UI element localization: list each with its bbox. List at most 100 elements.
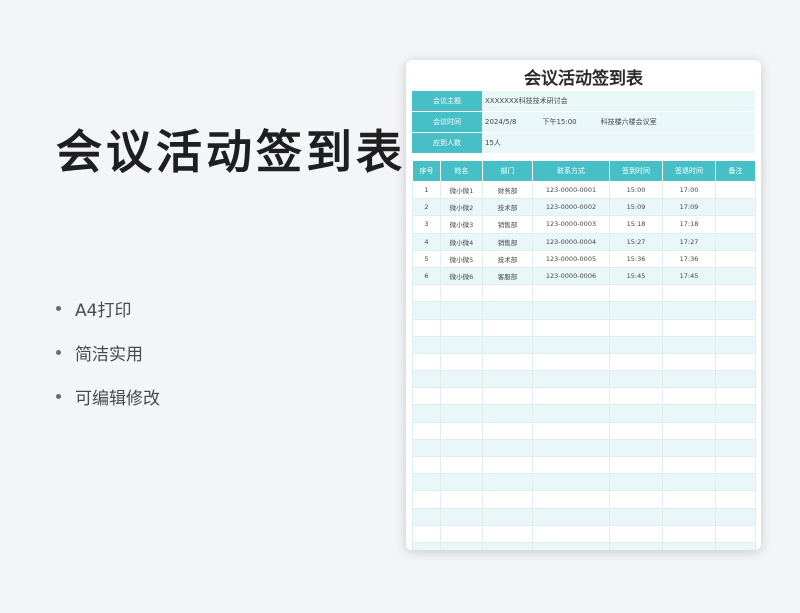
table-cell: 15:27 (609, 232, 663, 251)
table-cell (412, 455, 441, 475)
col-header: 签到时间 (609, 160, 663, 182)
table-cell: 6 (412, 266, 441, 286)
table-cell: 17:18 (662, 215, 716, 234)
empty-row (412, 370, 756, 389)
table-cell (532, 438, 610, 458)
table-cell (609, 473, 663, 492)
sheet-title: 会议活动签到表 (524, 69, 643, 89)
table-cell (715, 524, 756, 543)
table-cell: 技术部 (482, 198, 533, 217)
topic-value: XXXXXXX科技技术研讨会 (482, 91, 755, 111)
table-cell (440, 352, 483, 372)
topic-label: 会议主题 (412, 91, 482, 111)
col-header: 签退时间 (662, 160, 716, 182)
table-cell (532, 318, 610, 337)
table-cell: 15:18 (609, 215, 663, 234)
table-cell (412, 541, 441, 550)
table-cell (532, 404, 610, 423)
table-cell: 123-0000-0001 (532, 180, 610, 200)
empty-row (412, 404, 756, 423)
table-cell (412, 507, 441, 526)
col-header: 部门 (482, 160, 533, 182)
table-cell (482, 387, 533, 406)
table-cell (440, 490, 483, 509)
table-cell (440, 387, 483, 406)
table-cell: 微小微4 (440, 232, 483, 251)
table-cell (662, 352, 716, 372)
table-header: 序号 姓名 部门 联系方式 签到时间 签退时间 备注 (412, 160, 756, 182)
empty-row (412, 318, 756, 337)
table-cell (482, 541, 533, 550)
table-cell (715, 232, 756, 251)
table-cell (482, 473, 533, 492)
table-cell (609, 541, 663, 550)
table-cell: 15:45 (609, 266, 663, 286)
table-cell (482, 301, 533, 320)
table-cell (662, 473, 716, 492)
topic-text: XXXXXXX科技技术研讨会 (485, 97, 568, 105)
table-cell: 销售部 (482, 215, 533, 234)
table-cell: 123-0000-0005 (532, 249, 610, 268)
table-cell: 15:36 (609, 249, 663, 268)
table-cell (609, 284, 663, 303)
empty-row (412, 421, 756, 440)
table-cell: 17:00 (662, 180, 716, 200)
table-cell (662, 387, 716, 406)
table-cell (532, 490, 610, 509)
col-header: 备注 (715, 160, 756, 182)
table-cell (482, 352, 533, 372)
table-cell (412, 421, 441, 440)
table-cell: 17:45 (662, 266, 716, 286)
table-cell (715, 438, 756, 458)
table-cell (532, 473, 610, 492)
table-cell (715, 198, 756, 217)
empty-row (412, 352, 756, 372)
table-cell (715, 215, 756, 234)
table-row: 4 微小微4 销售部 123-0000-0004 15:27 17:27 (412, 232, 756, 251)
table-cell (715, 180, 756, 200)
table-cell (715, 387, 756, 406)
table-cell (440, 455, 483, 475)
table-cell: 3 (412, 215, 441, 234)
table-cell (715, 301, 756, 320)
table-cell (440, 284, 483, 303)
table-cell: 销售部 (482, 232, 533, 251)
table-row: 3 微小微3 销售部 123-0000-0003 15:18 17:18 (412, 215, 756, 234)
table-cell (412, 318, 441, 337)
table-cell: 123-0000-0003 (532, 215, 610, 234)
table-cell (440, 473, 483, 492)
table-cell (662, 507, 716, 526)
col-header: 联系方式 (532, 160, 610, 182)
col-header: 姓名 (440, 160, 483, 182)
empty-row (412, 473, 756, 492)
table-cell (412, 438, 441, 458)
table-cell (532, 541, 610, 550)
table-cell (482, 335, 533, 354)
table-cell: 微小微1 (440, 180, 483, 200)
empty-row (412, 387, 756, 406)
table-cell (412, 387, 441, 406)
bullet-icon (56, 305, 61, 311)
table-cell (532, 335, 610, 354)
empty-row (412, 455, 756, 475)
empty-row (412, 301, 756, 320)
feature-item: 简洁实用 (56, 330, 160, 374)
table-cell (482, 490, 533, 509)
table-cell: 123-0000-0002 (532, 198, 610, 217)
info-row-topic: 会议主题 XXXXXXX科技技术研讨会 (412, 91, 755, 111)
col-header: 序号 (412, 160, 441, 182)
table-cell (662, 404, 716, 423)
table-cell (609, 387, 663, 406)
table-cell (482, 524, 533, 543)
table-cell: 微小微5 (440, 249, 483, 268)
table-cell (412, 370, 441, 389)
table-row: 5 微小微5 技术部 123-0000-0005 15:36 17:36 (412, 249, 756, 268)
table-cell (412, 404, 441, 423)
table-cell (662, 284, 716, 303)
table-cell: 客服部 (482, 266, 533, 286)
table-cell (532, 301, 610, 320)
table-cell (532, 387, 610, 406)
table-cell (715, 507, 756, 526)
table-cell (412, 352, 441, 372)
table-cell (609, 507, 663, 526)
